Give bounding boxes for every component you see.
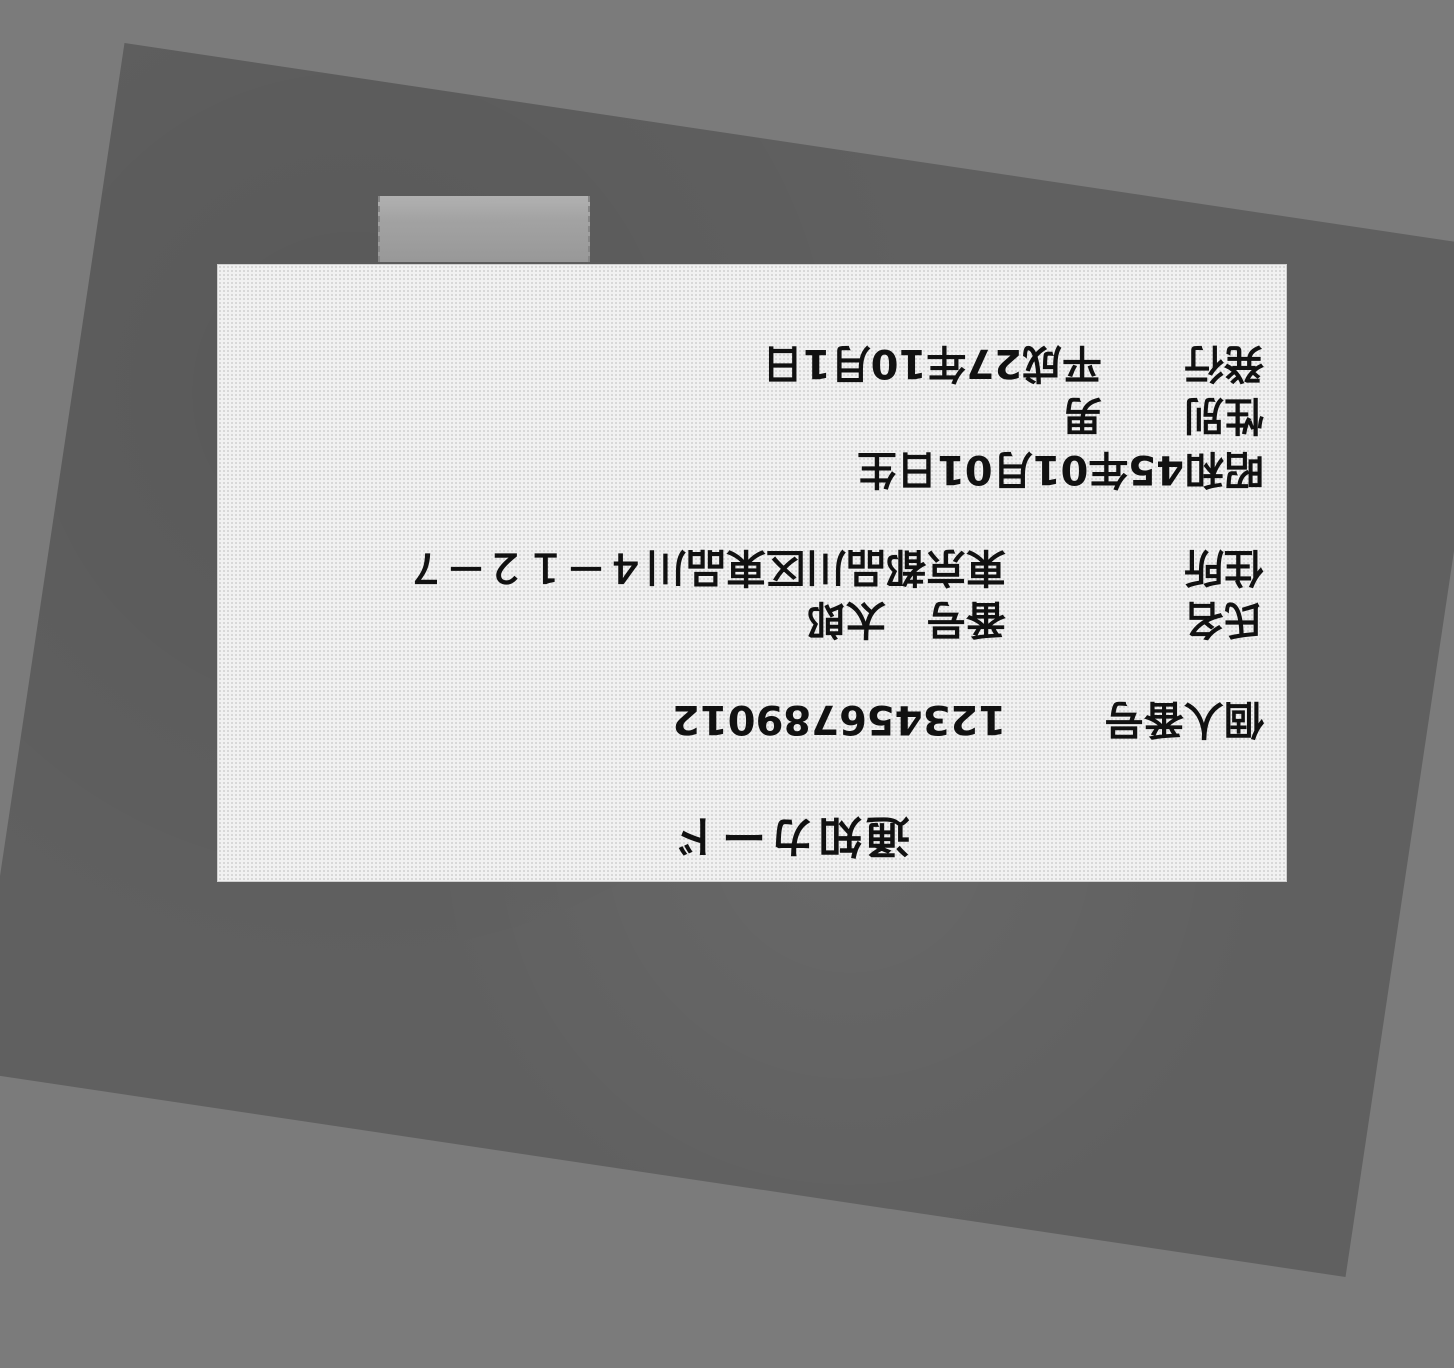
address-label: 住所 — [1184, 544, 1264, 590]
tape-strip — [378, 196, 590, 262]
number-value: 123456789012 — [672, 696, 1006, 742]
name-value: 番号 太郎 — [806, 596, 1006, 642]
scan-scene: 通知カード 個人番号 123456789012 氏名 番号 太郎 住所 東京都品… — [0, 0, 1454, 1368]
gender-value: 男 — [1062, 392, 1102, 438]
issue-date: 平成27年10月1日 — [762, 340, 1102, 386]
birth-date: 昭和45年01月01日生 — [857, 446, 1264, 492]
address-value: 東京都品川区東品川４－１２－７ — [406, 544, 1006, 590]
gender-label: 性別 — [1184, 392, 1264, 438]
issue-label: 発行 — [1184, 340, 1264, 386]
notification-card: 通知カード 個人番号 123456789012 氏名 番号 太郎 住所 東京都品… — [217, 264, 1287, 882]
number-label: 個人番号 — [1104, 696, 1264, 742]
name-label: 氏名 — [1184, 596, 1264, 642]
card-title: 通知カード — [670, 810, 910, 861]
card-content: 通知カード 個人番号 123456789012 氏名 番号 太郎 住所 東京都品… — [218, 265, 1288, 883]
